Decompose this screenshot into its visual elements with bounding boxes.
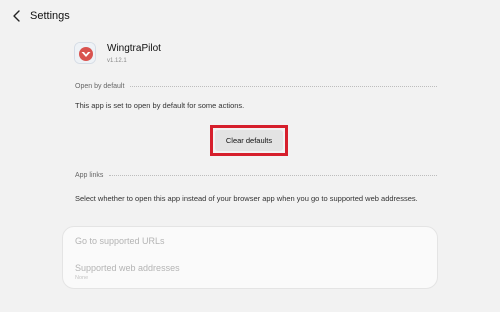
app-name: WingtraPilot <box>107 43 161 54</box>
page-title: Settings <box>30 10 70 22</box>
app-links-description: Select whether to open this app instead … <box>75 194 418 203</box>
section-label: App links <box>75 171 104 179</box>
open-by-default-description: This app is set to open by default for s… <box>75 101 245 110</box>
app-version: v1.12.1 <box>107 58 127 64</box>
list-item-title: Go to supported URLs <box>75 236 165 246</box>
clear-defaults-button[interactable]: Clear defaults <box>215 130 283 151</box>
settings-screen: Settings WingtraPilot v1.12.1 Open by de… <box>0 0 500 312</box>
section-header-app-links: App links <box>75 170 437 180</box>
section-divider <box>130 85 437 87</box>
section-header-open-by-default: Open by default <box>75 81 437 91</box>
top-app-bar: Settings <box>0 0 500 32</box>
list-item-go-to-supported-urls[interactable]: Go to supported URLs <box>75 235 425 247</box>
section-divider <box>109 174 437 176</box>
list-item-supported-web-addresses[interactable]: Supported web addresses None <box>75 262 425 282</box>
chevron-left-icon[interactable] <box>10 8 24 24</box>
app-links-card: Go to supported URLs Supported web addre… <box>62 226 438 289</box>
list-item-title: Supported web addresses <box>75 263 180 273</box>
section-label: Open by default <box>75 82 125 90</box>
list-item-subtitle: None <box>75 275 89 281</box>
wingtra-app-icon <box>74 42 96 64</box>
